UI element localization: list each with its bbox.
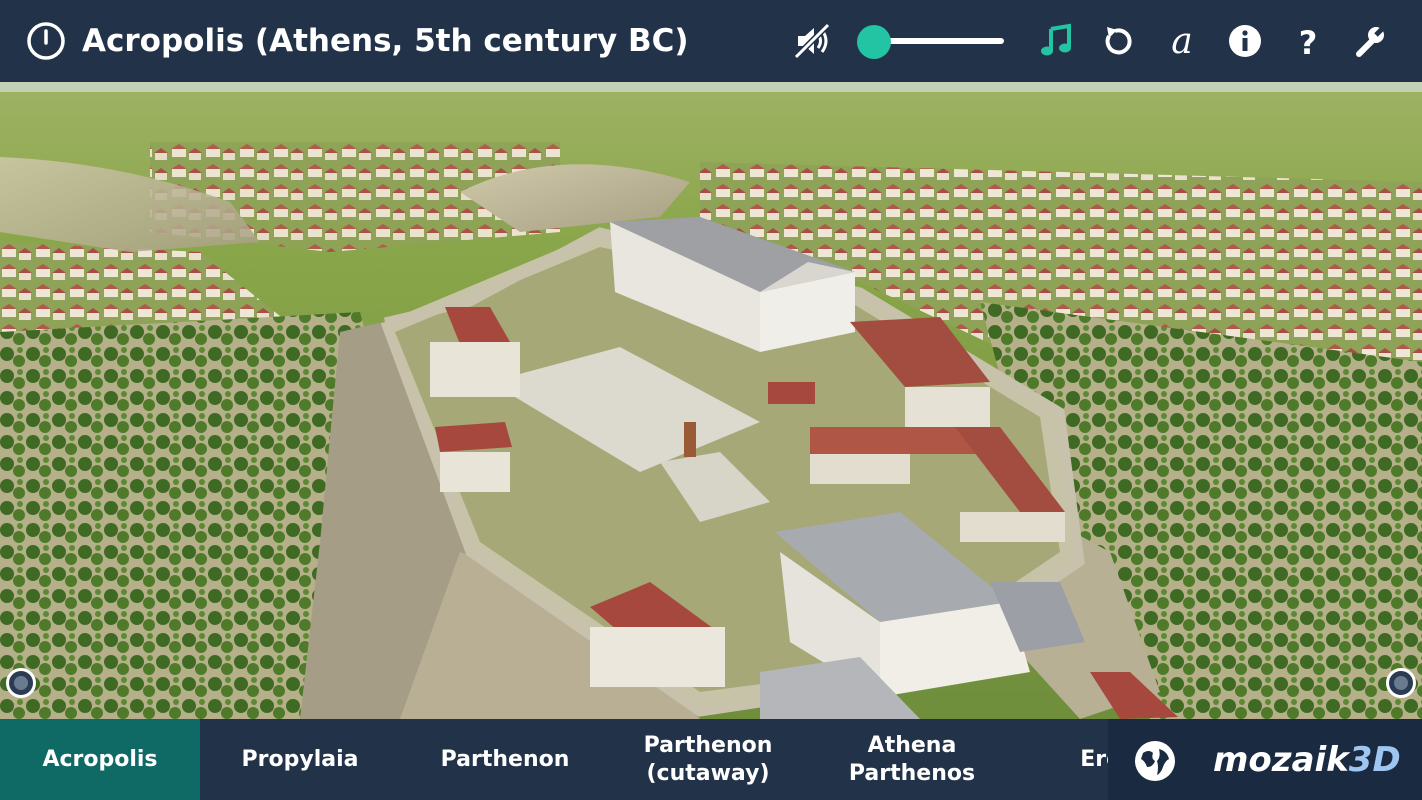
mozaik3d-logo: mozaik3D	[1213, 736, 1401, 784]
sound-muted-icon[interactable]	[792, 21, 832, 61]
logo-accent-text: 3D	[1348, 740, 1401, 780]
tab-erechtheion[interactable]: Erech	[1015, 719, 1108, 800]
power-icon[interactable]	[26, 21, 66, 61]
tab-parthenon-cutaway[interactable]: Parthenon (cutaway)	[608, 719, 808, 800]
reset-icon[interactable]	[1099, 21, 1139, 61]
svg-text:?: ?	[1299, 24, 1318, 61]
tab-athena-parthenos[interactable]: Athena Parthenos	[812, 719, 1012, 800]
bottom-bar: Acropolis Propylaia Parthenon Parthenon …	[0, 719, 1422, 800]
top-bar: Acropolis (Athens, 5th century BC) a ?	[0, 0, 1422, 82]
tab-parthenon[interactable]: Parthenon	[405, 719, 605, 800]
volume-slider-knob[interactable]	[857, 25, 892, 59]
scene-nav-right-button[interactable]	[1386, 668, 1416, 698]
tab-propylaia[interactable]: Propylaia	[200, 719, 400, 800]
tab-acropolis[interactable]: Acropolis	[0, 719, 200, 800]
help-icon[interactable]: ?	[1288, 21, 1328, 61]
music-icon[interactable]	[1037, 21, 1077, 61]
svg-text:a: a	[1171, 21, 1192, 61]
settings-icon[interactable]	[1350, 21, 1390, 61]
scene-nav-left-button[interactable]	[6, 668, 36, 698]
font-icon[interactable]: a	[1162, 21, 1202, 61]
3d-scene-viewport[interactable]	[0, 82, 1422, 719]
logo-main-text: mozaik	[1213, 740, 1349, 780]
info-icon[interactable]	[1225, 21, 1265, 61]
globe-icon[interactable]	[1133, 739, 1177, 783]
page-title: Acropolis (Athens, 5th century BC)	[82, 23, 689, 59]
acropolis-scene-image	[0, 82, 1422, 719]
scene-tabs: Acropolis Propylaia Parthenon Parthenon …	[0, 719, 1108, 800]
